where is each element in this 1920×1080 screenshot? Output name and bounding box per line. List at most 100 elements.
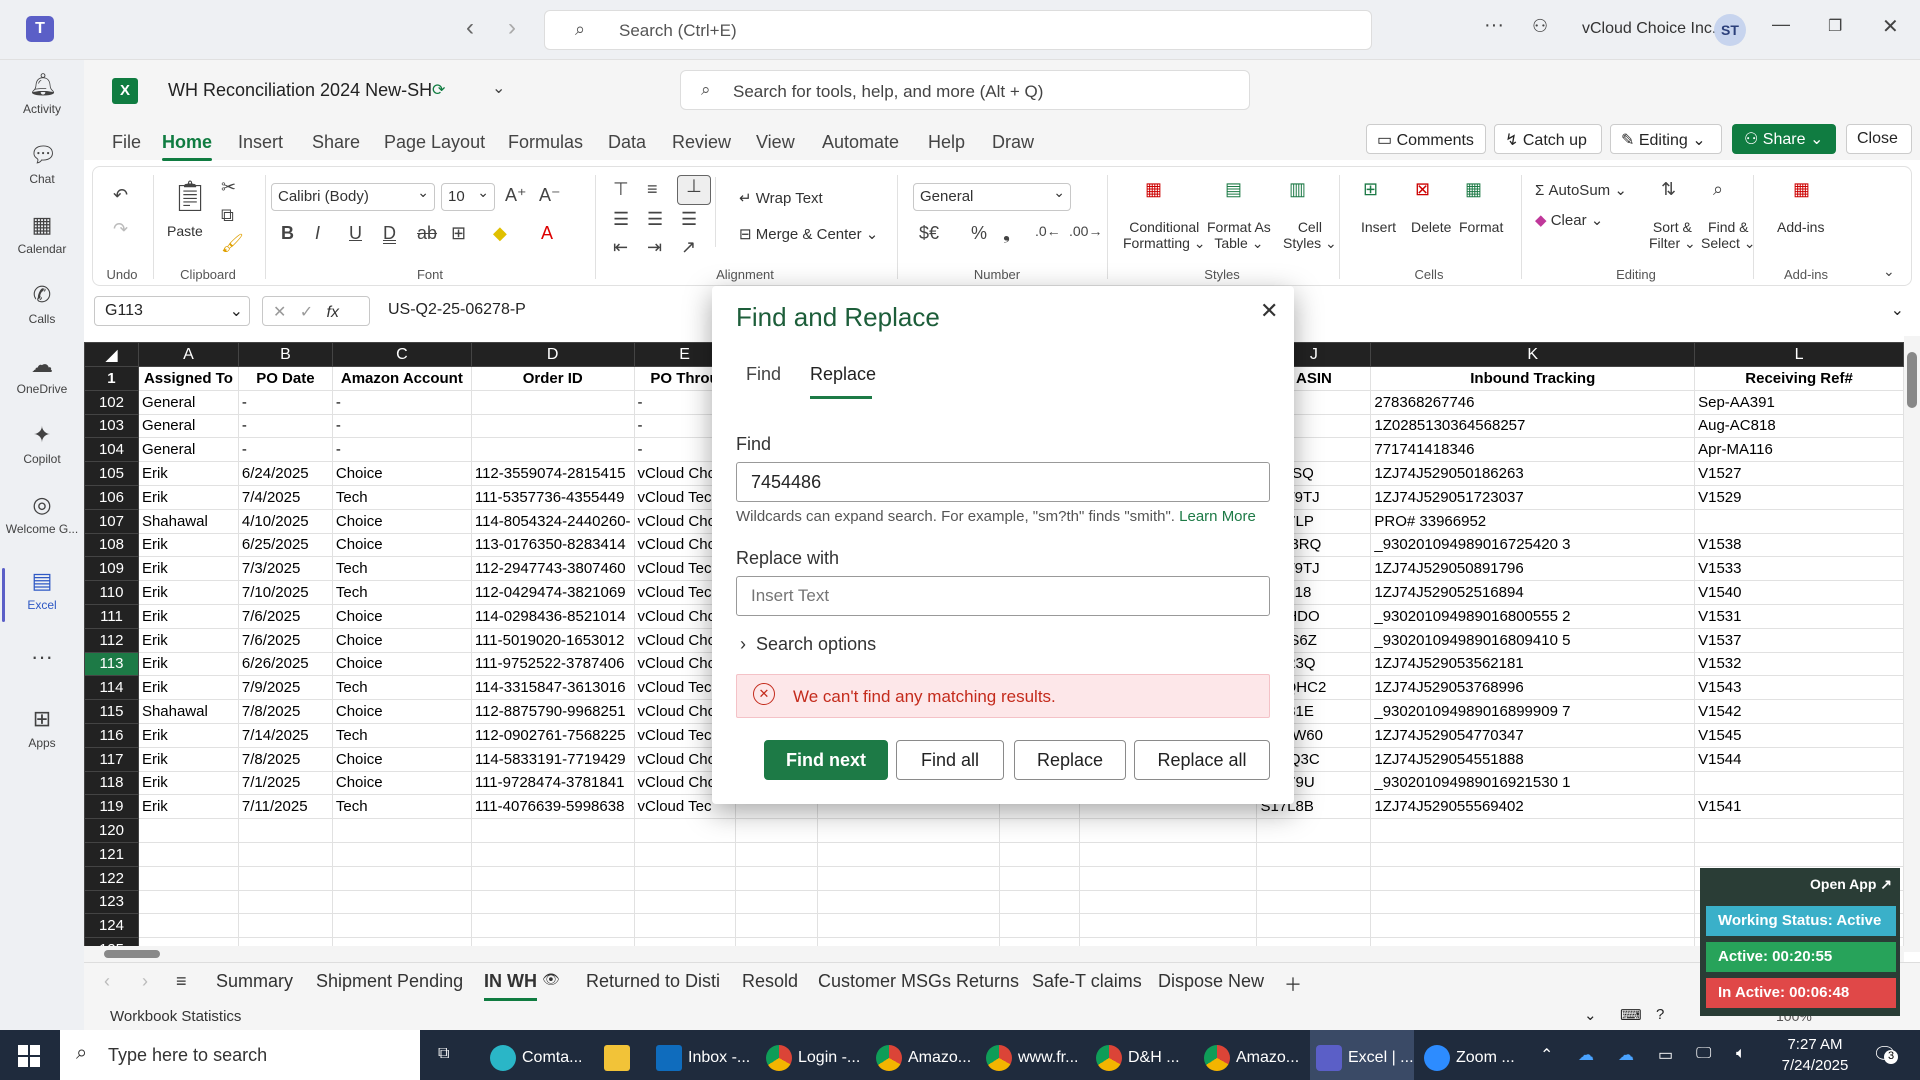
cell[interactable]: 111-5019020-1653012 bbox=[470, 627, 635, 653]
row-header[interactable]: 105 bbox=[84, 461, 139, 486]
cell[interactable]: 6/24/2025 bbox=[237, 461, 333, 486]
cell[interactable] bbox=[998, 865, 1080, 891]
file-menu-chevron-icon[interactable]: ⌄ bbox=[492, 78, 505, 98]
global-search-box[interactable]: ⌕ Search (Ctrl+E) bbox=[544, 10, 1372, 50]
cell-styles-icon[interactable]: ▥ bbox=[1289, 179, 1306, 200]
cell[interactable] bbox=[470, 913, 635, 939]
cell[interactable] bbox=[470, 865, 635, 891]
file-name[interactable]: WH Reconciliation 2024 New-SH bbox=[168, 80, 432, 101]
all-sheets-icon[interactable]: ≡ bbox=[176, 971, 187, 992]
cell[interactable]: 112-0429474-3821069 bbox=[470, 580, 635, 605]
more-options-icon[interactable]: ··· bbox=[1484, 14, 1504, 37]
cell[interactable]: Choice bbox=[331, 508, 472, 534]
status-chevron-icon[interactable]: ⌄ bbox=[1584, 1006, 1597, 1024]
sheet-tab-dispose-new[interactable]: Dispose New bbox=[1158, 971, 1264, 992]
taskbar-app-zoom[interactable]: Zoom ... bbox=[1424, 1030, 1520, 1080]
enter-icon[interactable]: ✓ bbox=[300, 304, 313, 321]
taskbar-app-explorer[interactable] bbox=[604, 1030, 636, 1080]
cell[interactable]: Aug-AC818 bbox=[1694, 413, 1904, 439]
notifications-icon[interactable]: 🗨︎3 bbox=[1872, 1042, 1898, 1067]
cell[interactable] bbox=[817, 841, 1000, 867]
cell[interactable]: V1532 bbox=[1694, 651, 1904, 677]
cell[interactable] bbox=[998, 841, 1080, 867]
cell[interactable] bbox=[1078, 913, 1258, 939]
add-ins-icon[interactable]: ▦ bbox=[1793, 179, 1810, 200]
prev-sheet-icon[interactable]: ‹ bbox=[104, 971, 110, 992]
cell[interactable] bbox=[817, 818, 1000, 843]
align-middle-icon[interactable]: ≡ bbox=[647, 179, 658, 200]
sheet-tab-resold[interactable]: Resold bbox=[742, 971, 798, 992]
cell[interactable]: Erik bbox=[137, 627, 239, 653]
row-header[interactable]: 108 bbox=[84, 532, 139, 558]
menu-page-layout[interactable]: Page Layout bbox=[384, 132, 485, 153]
cell[interactable] bbox=[137, 865, 239, 891]
cell[interactable] bbox=[633, 889, 736, 915]
cell[interactable]: V1545 bbox=[1694, 722, 1904, 748]
cell[interactable]: 111-9728474-3781841 bbox=[470, 770, 635, 796]
cell[interactable]: Tech bbox=[331, 484, 472, 510]
cell[interactable]: 1ZJ74J529051723037 bbox=[1370, 484, 1696, 510]
dialog-close-icon[interactable]: ✕ bbox=[1260, 298, 1278, 324]
cell[interactable]: 112-3559074-2815415 bbox=[470, 461, 635, 486]
cell[interactable]: 114-5833191-7719429 bbox=[470, 746, 635, 772]
formula-expand-chevron-icon[interactable]: ⌄ bbox=[1891, 300, 1904, 320]
cell[interactable] bbox=[470, 389, 635, 415]
row-header[interactable]: 107 bbox=[84, 508, 139, 534]
copy-icon[interactable]: ⧉ bbox=[221, 205, 234, 226]
cell[interactable] bbox=[1694, 508, 1904, 534]
cell[interactable]: 112-0902761-7568225 bbox=[470, 722, 635, 748]
column-header-k[interactable]: K bbox=[1370, 342, 1696, 367]
redo-icon[interactable]: ↷ bbox=[113, 219, 128, 240]
cell[interactable]: V1533 bbox=[1694, 556, 1904, 582]
column-header-a[interactable]: A bbox=[137, 342, 239, 367]
cell[interactable]: V1538 bbox=[1694, 532, 1904, 558]
network-icon[interactable]: 🖵︎ bbox=[1696, 1030, 1711, 1080]
cell[interactable]: Choice bbox=[331, 746, 472, 772]
cell[interactable]: General bbox=[137, 413, 239, 439]
cell[interactable]: 7/6/2025 bbox=[237, 627, 333, 653]
forward-arrow-icon[interactable]: › bbox=[508, 14, 516, 42]
cell[interactable]: 1ZJ74J529055569402 bbox=[1370, 794, 1696, 820]
cell[interactable]: Erik bbox=[137, 603, 239, 629]
replace-input[interactable] bbox=[736, 576, 1270, 616]
onedrive-business-icon[interactable]: ☁ bbox=[1618, 1030, 1634, 1080]
cell[interactable]: - bbox=[237, 389, 333, 415]
cell[interactable]: V1543 bbox=[1694, 675, 1904, 701]
cell[interactable]: 112-8875790-9968251 bbox=[470, 699, 635, 724]
double-underline-icon[interactable]: D bbox=[383, 223, 396, 244]
cell[interactable] bbox=[734, 818, 819, 843]
cell[interactable] bbox=[331, 841, 472, 867]
menu-draw[interactable]: Draw bbox=[992, 132, 1034, 153]
borders-icon[interactable]: ⊞ bbox=[451, 223, 466, 244]
rail-welcome[interactable]: ◎ Welcome G... bbox=[0, 492, 84, 536]
cell[interactable]: Erik bbox=[137, 675, 239, 701]
row-header[interactable]: 121 bbox=[84, 841, 139, 867]
rail-onedrive[interactable]: ☁ OneDrive bbox=[0, 352, 84, 396]
cell[interactable]: - bbox=[237, 437, 333, 463]
find-next-button[interactable]: Find next bbox=[764, 740, 888, 780]
taskbar-app-chrome-login[interactable]: Login -... bbox=[766, 1030, 862, 1080]
row-header[interactable]: 111 bbox=[84, 603, 139, 629]
row-header[interactable]: 122 bbox=[84, 865, 139, 891]
cell[interactable] bbox=[470, 413, 635, 439]
row-header[interactable]: 1 bbox=[84, 366, 139, 391]
row-header[interactable]: 120 bbox=[84, 818, 139, 843]
cell[interactable]: 7/8/2025 bbox=[237, 746, 333, 772]
cell[interactable]: Tech bbox=[331, 675, 472, 701]
cell[interactable]: Choice bbox=[331, 461, 472, 486]
cell[interactable]: Choice bbox=[331, 770, 472, 796]
menu-insert[interactable]: Insert bbox=[238, 132, 283, 153]
conditional-formatting-icon[interactable]: ▦ bbox=[1145, 179, 1162, 200]
menu-file[interactable]: File bbox=[112, 132, 141, 153]
cell[interactable] bbox=[998, 913, 1080, 939]
cell[interactable]: Tech bbox=[331, 794, 472, 820]
row-header[interactable]: 113 bbox=[84, 651, 139, 677]
cell[interactable] bbox=[633, 865, 736, 891]
increase-font-icon[interactable]: A⁺ bbox=[505, 185, 527, 206]
cell[interactable]: 114-8054324-2440260- bbox=[470, 508, 635, 534]
cell[interactable]: - bbox=[331, 437, 472, 463]
cell[interactable] bbox=[237, 818, 333, 843]
comments-button[interactable]: ▭ Comments bbox=[1366, 124, 1486, 154]
cell[interactable] bbox=[817, 913, 1000, 939]
cell[interactable]: Erik bbox=[137, 532, 239, 558]
